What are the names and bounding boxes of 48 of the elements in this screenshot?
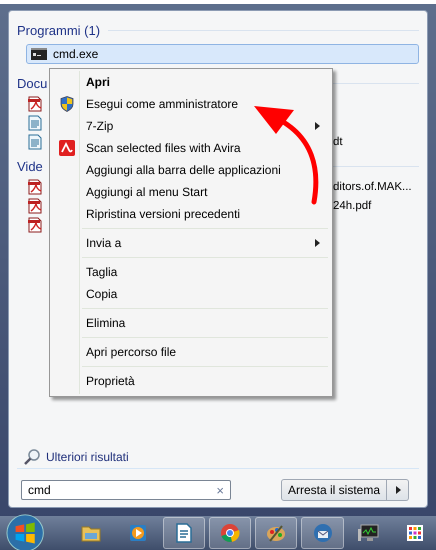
menu-item[interactable]: Copia (52, 283, 330, 305)
shutdown-button[interactable]: Arresta il sistema (280, 479, 387, 501)
menu-item[interactable]: Aggiungi al menu Start (52, 181, 330, 203)
monitor-icon (358, 523, 380, 543)
umbrella-logo-icon (59, 140, 75, 156)
clear-button[interactable]: × (216, 482, 224, 498)
palette-icon (266, 523, 286, 543)
pdf-icon (27, 96, 43, 112)
document-icon (27, 114, 43, 130)
program-item[interactable]: cmd.exe (26, 44, 419, 64)
menu-item[interactable]: Ripristina versioni precedenti (52, 203, 330, 225)
pdf-icon (27, 178, 43, 194)
browser-icon (220, 523, 240, 543)
shutdown-options-button[interactable] (387, 479, 409, 501)
menu-item[interactable]: Apri (52, 71, 330, 93)
taskbar-button[interactable] (255, 517, 298, 549)
search-field[interactable]: cmd × (21, 480, 231, 500)
section-header: Programmi (1) (17, 22, 100, 38)
search-icon (23, 448, 41, 466)
start-button[interactable] (6, 513, 44, 550)
taskbar-button[interactable] (162, 517, 205, 549)
pdf-icon (27, 216, 43, 232)
menu-item[interactable]: Taglia (52, 261, 330, 283)
folder-icon (81, 524, 102, 542)
shield-icon (60, 96, 74, 112)
menu-item[interactable]: Elimina (52, 312, 330, 334)
pdf-icon (27, 198, 43, 214)
menu-item[interactable]: Esegui come amministratore (52, 93, 330, 115)
menu-item[interactable]: Invia a (52, 232, 330, 254)
menu-item[interactable]: Aggiungi alla barra delle applicazioni (52, 159, 330, 181)
document-icon (176, 523, 192, 543)
caret-icon (394, 486, 400, 494)
menu-item[interactable]: Scan selected files with Avira (52, 137, 330, 159)
console-icon (31, 48, 47, 60)
menu-item[interactable]: Apri percorso file (52, 341, 330, 363)
document-icon (27, 134, 43, 150)
grid-icon (406, 525, 423, 541)
file-name[interactable]: dt (333, 136, 343, 148)
menu-item[interactable]: 7-Zip (52, 115, 330, 137)
taskbar-button[interactable] (301, 517, 344, 549)
section-header: Docu (17, 76, 48, 90)
more-results-link[interactable]: Ulteriori risultati (46, 450, 129, 464)
file-name[interactable]: 24h.pdf (333, 200, 372, 212)
menu-item[interactable]: Proprietà (52, 370, 330, 392)
section-header: Vide (17, 158, 43, 174)
mail-bird-icon (312, 523, 332, 543)
file-name[interactable]: ditors.of.MAK... (333, 180, 412, 192)
play-icon (128, 524, 147, 542)
